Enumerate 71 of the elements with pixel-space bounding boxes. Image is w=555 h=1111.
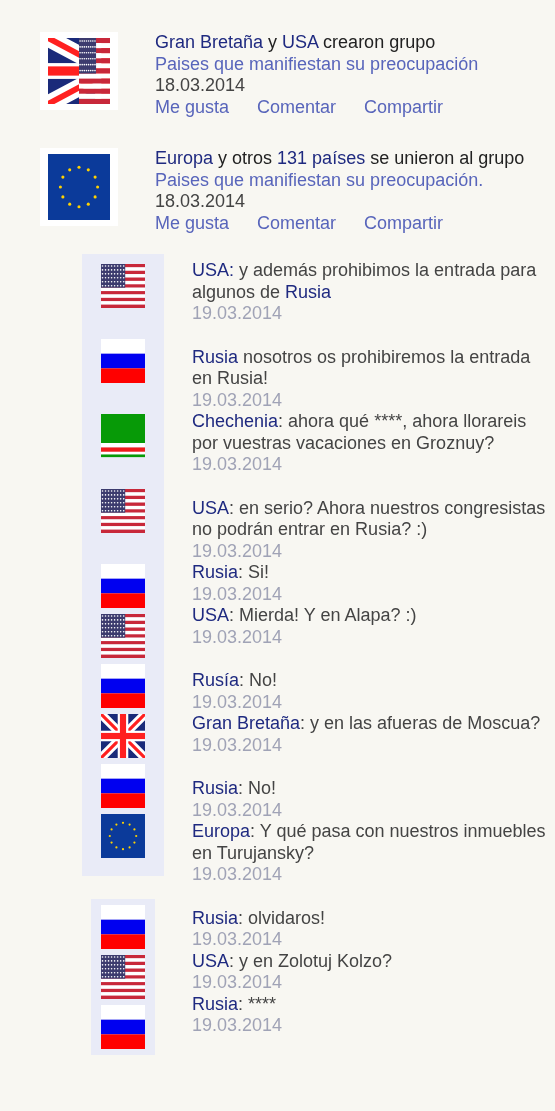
flag-icon xyxy=(101,614,145,658)
message-date: 19.03.2014 xyxy=(192,1015,284,1037)
message-date: 19.03.2014 xyxy=(192,583,284,605)
message-text: Rusia: No! xyxy=(192,778,278,800)
country-link[interactable]: Rusia xyxy=(192,993,239,1014)
message-date: 19.03.2014 xyxy=(192,734,284,756)
action-link[interactable]: Me gusta xyxy=(155,212,230,234)
message-date: 19.03.2014 xyxy=(192,303,284,325)
flag-icon xyxy=(101,714,145,758)
flag-icon xyxy=(101,954,145,999)
message-date: 19.03.2014 xyxy=(192,864,284,886)
action-link[interactable]: Compartir xyxy=(364,96,444,118)
message-text: USA: Mierda! Y en Alapa? :) xyxy=(192,605,418,627)
flag-icon xyxy=(101,564,145,608)
message-date: 19.03.2014 xyxy=(192,799,284,821)
flag-icon xyxy=(101,1004,145,1049)
message-text: Rusia: olvidaros! xyxy=(192,907,327,929)
country-link[interactable]: USA xyxy=(282,32,319,52)
flag-icon xyxy=(101,264,145,308)
message-date: 19.03.2014 xyxy=(192,929,284,951)
country-link[interactable]: Rusia xyxy=(192,778,239,798)
message-date: 19.03.2014 xyxy=(192,389,284,411)
message-date: 19.03.2014 xyxy=(192,972,284,994)
country-link[interactable]: Gran Bretaña xyxy=(192,713,301,733)
flag-icon xyxy=(101,814,145,858)
country-link[interactable]: USA xyxy=(192,497,229,518)
post-date: 18.03.2014 xyxy=(155,191,247,213)
flag-icon xyxy=(101,339,145,383)
flag-icon xyxy=(101,414,145,458)
post-headline: Gran Bretaña y USA crearon grupo xyxy=(155,32,437,54)
country-link[interactable]: USA xyxy=(192,950,229,971)
action-link[interactable]: Comentar xyxy=(257,212,337,234)
message-text: Chechenia: ahora qué ****, ahora llorareis por vuestras vacaciones en Groznuy? xyxy=(192,411,528,454)
country-link[interactable]: Chechenia xyxy=(192,411,279,431)
group-link[interactable]: Paises que manifiestan su preocupación. xyxy=(155,169,525,191)
country-link[interactable]: Europa xyxy=(192,821,251,841)
group-link[interactable]: Paises que manifiestan su preocupación xyxy=(155,53,479,75)
action-link[interactable]: Comentar xyxy=(257,96,337,118)
country-link[interactable]: Gran Bretaña xyxy=(155,32,264,52)
country-link[interactable]: Rusia xyxy=(192,346,239,367)
message-date: 19.03.2014 xyxy=(192,540,284,562)
country-link[interactable]: Europa xyxy=(155,148,214,168)
message-text: Rusía: No! xyxy=(192,670,279,692)
message-date: 19.03.2014 xyxy=(192,691,284,713)
action-link[interactable]: Me gusta xyxy=(155,96,230,118)
country-link[interactable]: Rusia xyxy=(192,562,239,582)
country-link[interactable]: USA: xyxy=(192,260,234,280)
message-text: Rusia nosotros os prohibiremos la entrada en Rusia! xyxy=(192,346,532,390)
message-text: Gran Bretaña: y en las afueras de Moscua? xyxy=(192,713,542,735)
flag-icon xyxy=(40,148,118,226)
flag-icon xyxy=(101,764,145,808)
message-text: Europa: Y qué pasa con nuestros inmuebles en Turujansky? xyxy=(192,821,547,864)
post-headline: Europa y otros 131 países se unieron al grupo xyxy=(155,148,525,170)
flag-icon xyxy=(101,664,145,708)
country-link[interactable]: Rusia xyxy=(285,281,332,302)
country-link[interactable]: Rusia xyxy=(192,907,239,928)
flag-icon xyxy=(40,32,118,110)
message-date: 19.03.2014 xyxy=(192,454,284,476)
message-text: USA: y en Zolotuj Kolzo? xyxy=(192,950,394,972)
message-text: USA: y además prohibimos la entrada para algunos de Rusia xyxy=(192,260,538,303)
message-text: Rusia: Si! xyxy=(192,562,271,584)
message-text: Rusia: **** xyxy=(192,993,278,1015)
flag-icon xyxy=(101,904,145,949)
action-link[interactable]: Compartir xyxy=(364,212,444,234)
flag-icon xyxy=(101,489,145,533)
message-text: USA: en serio? Ahora nuestros congresistas no podrán entrar en Rusia? :) xyxy=(192,497,547,541)
country-link[interactable]: 131 países xyxy=(277,148,366,168)
country-link[interactable]: USA xyxy=(192,605,229,625)
message-date: 19.03.2014 xyxy=(192,626,284,648)
post-date: 18.03.2014 xyxy=(155,75,247,97)
country-link[interactable]: Rusía xyxy=(192,670,240,690)
